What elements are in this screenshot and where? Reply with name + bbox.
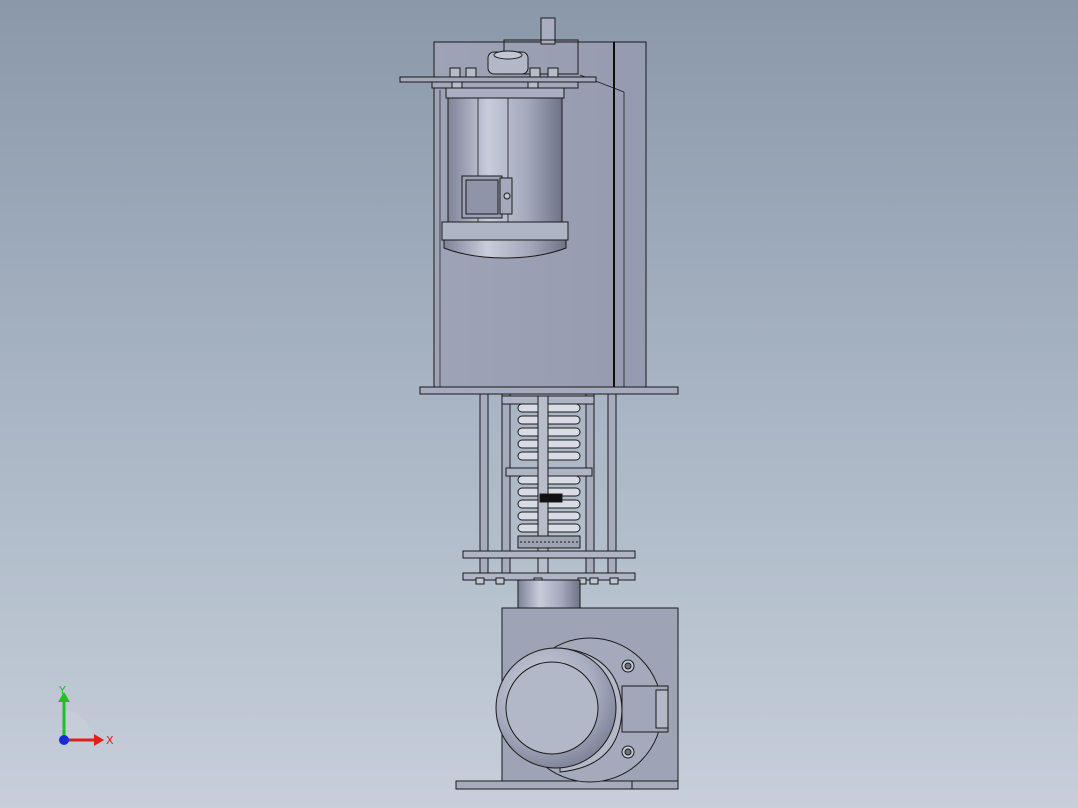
x-axis-label: X [106,734,114,747]
cad-model-assembly[interactable] [0,0,1078,808]
z-axis-dot [59,735,69,745]
upper-motor [441,87,569,259]
lower-gearbox [455,607,679,790]
graphics-viewport[interactable]: Y X [0,0,1078,808]
spring-assembly [462,393,636,609]
axis-triad: Y X [58,684,114,747]
y-axis-label: Y [58,684,66,697]
